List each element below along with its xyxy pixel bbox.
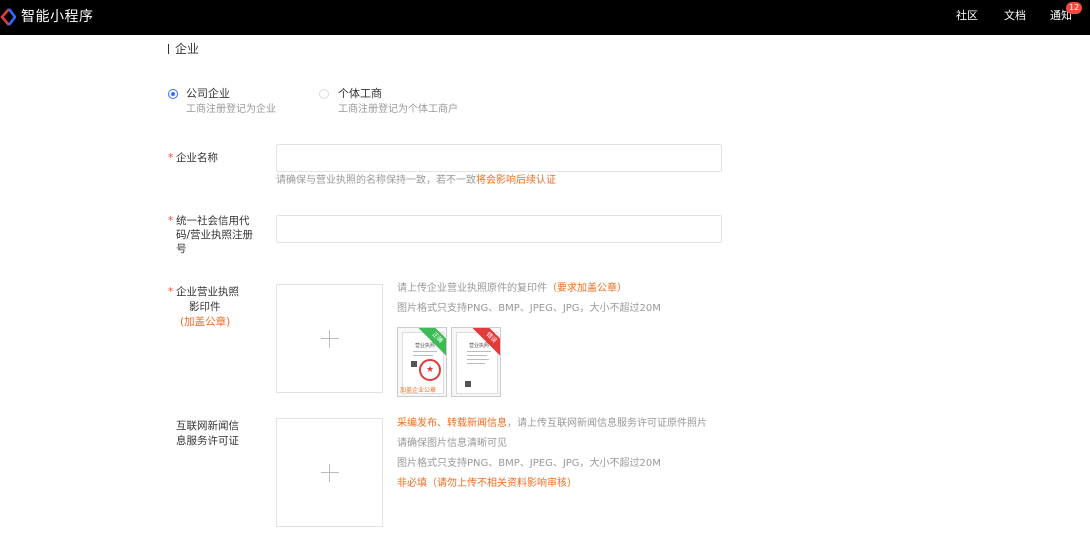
news-license-hint-warning: 采编发布、转载新闻信息	[397, 418, 507, 429]
section-title: 企业	[168, 41, 199, 57]
news-license-hint: 采编发布、转载新闻信息，请上传互联网新闻信息服务许可证原件照片	[397, 417, 707, 431]
option-individual-label[interactable]: 个体工商	[338, 87, 382, 101]
qr-code-icon	[411, 361, 417, 367]
brand-name[interactable]: 智能小程序	[21, 8, 94, 26]
company-name-label: 企业名称	[176, 152, 218, 164]
section-title-marker	[168, 44, 169, 54]
license-upload-hint-text: 请上传企业营业执照原件的复印件	[397, 283, 547, 294]
news-license-optional-hint: 非必填（请勿上传不相关资料影响审核）	[397, 478, 577, 489]
company-name-hint: 请确保与营业执照的名称保持一致，若不一致将会影响后续认证	[276, 174, 556, 188]
sample-line	[413, 355, 433, 356]
license-upload-hint: 请上传企业营业执照原件的复印件（要求加盖公章）	[397, 282, 627, 296]
option-individual-desc: 工商注册登记为个体工商户	[338, 104, 458, 115]
sample-line	[467, 355, 487, 356]
option-company-desc: 工商注册登记为企业	[186, 104, 276, 115]
company-name-hint-warning: 将会影响后续认证	[476, 175, 556, 186]
news-license-upload-box[interactable]	[276, 418, 383, 527]
official-seal-icon	[419, 359, 441, 381]
top-navigation-bar: 智能小程序 社区 文档 通知 12	[0, 0, 1090, 35]
required-mark: *	[168, 286, 174, 298]
qr-code-icon	[465, 381, 471, 387]
news-license-hint-text: ，请上传互联网新闻信息服务许可证原件照片	[507, 418, 707, 429]
credit-code-input[interactable]	[276, 215, 722, 243]
license-copy-label-line2: 影印件	[189, 301, 221, 313]
sample-wrong-license-image: 营业执照 错误	[451, 327, 501, 397]
license-copy-label-line1: 企业营业执照	[176, 286, 239, 298]
license-copy-label-stamp: (加盖公章)	[180, 316, 231, 328]
sample-caption: 加盖企业公章	[400, 387, 437, 394]
license-upload-hint-warning: （要求加盖公章）	[547, 283, 627, 294]
sample-line	[467, 351, 491, 352]
sample-line	[467, 363, 485, 364]
nav-docs-link[interactable]: 文档	[1004, 9, 1026, 23]
sample-line	[467, 359, 489, 360]
radio-individual-business[interactable]	[319, 89, 329, 99]
required-mark: *	[168, 215, 174, 227]
license-format-hint: 图片格式只支持PNG、BMP、JPEG、JPG，大小不超过20M	[397, 303, 661, 314]
news-license-format-hint: 图片格式只支持PNG、BMP、JPEG、JPG，大小不超过20M	[397, 458, 661, 469]
radio-company-enterprise[interactable]	[168, 89, 178, 99]
nav-community-link[interactable]: 社区	[956, 9, 978, 23]
notification-count-badge: 12	[1066, 2, 1083, 14]
credit-code-label-line3: 号	[176, 243, 187, 255]
plus-icon	[320, 329, 339, 348]
company-name-input[interactable]	[276, 144, 722, 172]
sample-doc-title: 营业执照	[469, 343, 490, 349]
news-license-label-line1: 互联网新闻信	[176, 420, 239, 432]
sample-line	[413, 351, 437, 352]
news-license-clarity-hint: 请确保图片信息清晰可见	[397, 438, 507, 449]
credit-code-label-line1: 统一社会信用代	[176, 215, 250, 227]
required-mark: *	[168, 152, 174, 164]
option-company-label[interactable]: 公司企业	[186, 87, 230, 101]
license-upload-box[interactable]	[276, 284, 383, 393]
credit-code-label-line2: 码/营业执照注册	[176, 229, 254, 241]
news-license-label-line2: 息服务许可证	[176, 435, 239, 447]
section-title-text: 企业	[175, 42, 200, 56]
sample-correct-license-image: 营业执照 正确 加盖企业公章	[397, 327, 447, 397]
plus-icon	[320, 463, 339, 482]
company-name-hint-text: 请确保与营业执照的名称保持一致，若不一致	[276, 175, 476, 186]
smart-miniprogram-logo-icon[interactable]	[0, 8, 16, 26]
sample-doc-title: 营业执照	[415, 343, 436, 349]
